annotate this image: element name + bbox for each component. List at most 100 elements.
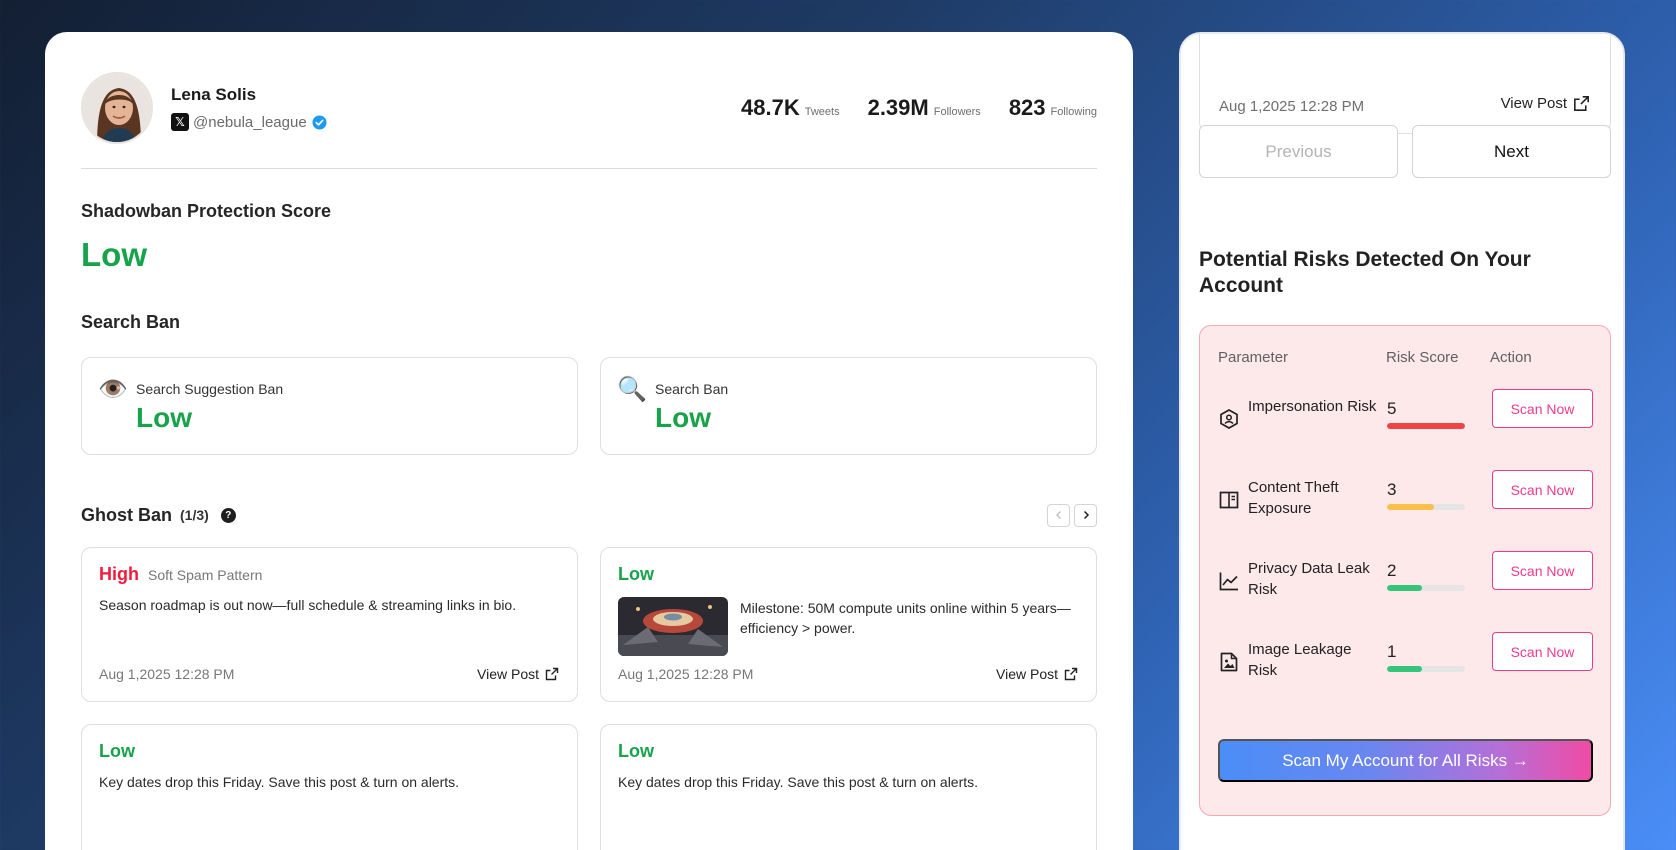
stat-following-label: Following <box>1050 106 1097 118</box>
risk-score-bar <box>1387 423 1465 429</box>
help-icon[interactable]: ? <box>220 507 236 523</box>
post-card: Aug 1,2025 12:28 PM View Post <box>1199 34 1611 134</box>
search-ban-card: 🔍 Search Ban Low <box>600 357 1097 455</box>
risk-sidebar: Aug 1,2025 12:28 PM View Post Previous N… <box>1179 32 1625 850</box>
profile-handle-row: 𝕏 @nebula_league <box>171 113 327 131</box>
post-text: Milestone: 50M compute units online with… <box>740 600 1071 636</box>
pager-next-button[interactable] <box>1074 503 1097 527</box>
scan-all-risks-button[interactable]: Scan My Account for All Risks → <box>1218 739 1593 782</box>
profile-handle[interactable]: @nebula_league <box>193 114 307 131</box>
next-button[interactable]: Next <box>1412 125 1611 178</box>
chevron-left-icon <box>1055 510 1061 520</box>
post-risk-level: Low <box>618 741 654 761</box>
stat-followers-label: Followers <box>933 106 981 118</box>
pager-prev-button[interactable] <box>1047 503 1070 527</box>
post-date: Aug 1,2025 12:28 PM <box>618 666 754 682</box>
search-ban-cards: 👁️ Search Suggestion Ban Low 🔍 Search Ba… <box>81 357 1097 455</box>
post-date: Aug 1,2025 12:28 PM <box>99 666 235 682</box>
stat-followers-value: 2.39M <box>867 95 929 120</box>
book-icon <box>1219 491 1239 509</box>
chart-line-icon <box>1219 572 1238 591</box>
post-text: Season roadmap is out now—full schedule … <box>99 597 517 613</box>
post-risk-reason: Soft Spam Pattern <box>148 567 263 583</box>
scan-now-button[interactable]: Scan Now <box>1492 551 1593 590</box>
stat-followers: 2.39M Followers <box>868 95 981 121</box>
risk-score: 1 <box>1387 642 1397 661</box>
stat-tweets-value: 48.7K <box>741 95 800 120</box>
verified-icon <box>312 114 327 130</box>
stat-following: 823 Following <box>1009 95 1097 121</box>
previous-button[interactable]: Previous <box>1199 125 1398 178</box>
scan-now-button[interactable]: Scan Now <box>1492 470 1593 509</box>
risk-score: 2 <box>1387 561 1397 580</box>
stat-tweets: 48.7K Tweets <box>741 95 840 121</box>
risk-score-fill <box>1387 504 1434 510</box>
stat-following-value: 823 <box>1008 95 1046 120</box>
divider <box>81 168 1097 169</box>
post-thumbnail[interactable] <box>618 597 728 656</box>
risk-table: Parameter Risk Score Action Impersonatio… <box>1199 325 1611 816</box>
stat-tweets-label: Tweets <box>804 106 840 118</box>
risk-score: 3 <box>1387 480 1397 499</box>
risk-score-bar <box>1387 585 1465 591</box>
magnifier-icon: 🔍 <box>617 376 647 403</box>
post-risk-level: Low <box>99 741 135 761</box>
external-link-icon <box>545 667 559 681</box>
post-risk-level: Low <box>618 564 654 584</box>
post-card: Low Milestone: 50M compute units online … <box>600 547 1097 702</box>
chevron-right-icon <box>1083 510 1089 520</box>
search-suggestion-ban-value: Low <box>136 402 192 433</box>
scan-now-button[interactable]: Scan Now <box>1492 632 1593 671</box>
search-ban-value: Low <box>655 402 711 433</box>
post-text: Key dates drop this Friday. Save this po… <box>99 774 460 790</box>
shield-user-icon <box>1220 409 1238 429</box>
post-date: Aug 1,2025 12:28 PM <box>1219 98 1365 115</box>
header-risk-score: Risk Score <box>1386 349 1459 366</box>
post-text: Key dates drop this Friday. Save this po… <box>618 774 979 790</box>
search-suggestion-ban-label: Search Suggestion Ban <box>136 381 284 397</box>
shadowban-report-panel: Lena Solis 𝕏 @nebula_league 48.7K Tweets… <box>45 32 1133 850</box>
external-link-icon <box>1574 96 1589 111</box>
ghost-ban-posts: High Soft Spam Pattern Season roadmap is… <box>81 547 1097 850</box>
view-post-link[interactable]: View Post <box>996 666 1078 682</box>
risk-name: Privacy Data Leak Risk <box>1248 560 1370 598</box>
view-post-label: View Post <box>996 666 1058 682</box>
post-card: Low Key dates drop this Friday. Save thi… <box>600 724 1097 850</box>
avatar[interactable] <box>81 72 153 144</box>
risk-score: 5 <box>1387 399 1397 418</box>
risk-score-bar <box>1387 504 1465 510</box>
risk-score-fill <box>1387 666 1423 672</box>
risk-row-content-theft: Content Theft Exposure 3 Scan Now <box>1218 470 1594 537</box>
post-card: High Soft Spam Pattern Season roadmap is… <box>81 547 578 702</box>
risk-name: Content Theft Exposure <box>1248 479 1339 517</box>
scan-now-button[interactable]: Scan Now <box>1492 389 1593 428</box>
risk-row-image-leakage: Image Leakage Risk 1 Scan Now <box>1218 632 1594 699</box>
search-ban-title: Search Ban <box>81 312 181 332</box>
header-action: Action <box>1490 349 1532 366</box>
risk-row-privacy-leak: Privacy Data Leak Risk 2 Scan Now <box>1218 551 1594 618</box>
post-card: Low Key dates drop this Friday. Save thi… <box>81 724 578 850</box>
eye-icon: 👁️ <box>98 376 128 403</box>
external-link-icon <box>1064 667 1078 681</box>
risk-score-fill <box>1387 423 1465 429</box>
image-icon <box>1220 652 1238 672</box>
ghost-ban-title: Ghost Ban <box>81 504 173 525</box>
view-post-link[interactable]: View Post <box>477 666 559 682</box>
header-parameter: Parameter <box>1218 349 1289 366</box>
post-risk-level: High <box>99 564 139 584</box>
risk-score-bar <box>1387 666 1465 672</box>
view-post-label: View Post <box>477 666 539 682</box>
risk-score-fill <box>1387 585 1423 591</box>
profile-identity: Lena Solis 𝕏 @nebula_league <box>81 72 327 144</box>
view-post-link[interactable]: View Post <box>1501 95 1590 112</box>
search-suggestion-ban-card: 👁️ Search Suggestion Ban Low <box>81 357 578 455</box>
ghost-ban-count: (1/3) <box>180 507 209 523</box>
x-logo-icon: 𝕏 <box>171 113 189 131</box>
risks-title: Potential Risks Detected On Your Account <box>1199 248 1531 297</box>
protection-score-title: Shadowban Protection Score <box>81 201 332 221</box>
search-ban-label: Search Ban <box>655 381 729 397</box>
risk-name: Image Leakage Risk <box>1248 641 1352 679</box>
profile-name: Lena Solis <box>171 85 257 104</box>
risk-name: Impersonation Risk <box>1248 398 1377 415</box>
protection-score-value: Low <box>81 236 147 273</box>
